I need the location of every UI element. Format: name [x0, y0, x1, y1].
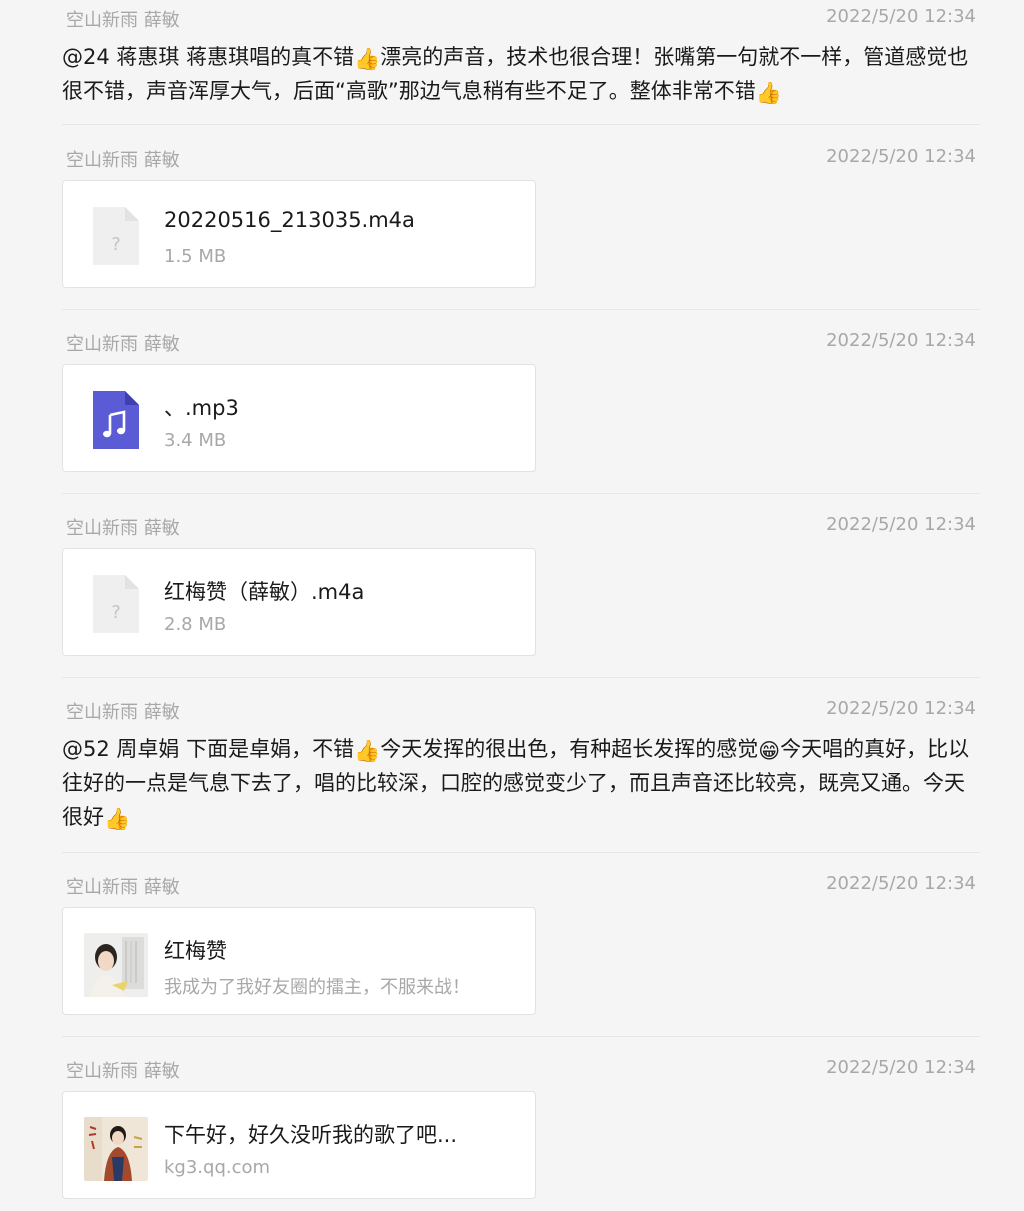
message-time: 2022/5/20 12:34 [826, 514, 976, 535]
chat-message: 空山新雨 薛敏 2022/5/20 12:34 ? 红梅赞（薛敏）.m4a 2.… [62, 508, 980, 656]
message-meta: 空山新雨 薛敏 2022/5/20 12:34 [62, 0, 980, 40]
chat-message: 空山新雨 薛敏 2022/5/20 12:34 ? 20220516_21303… [62, 140, 980, 288]
svg-text:?: ? [111, 234, 121, 255]
file-name: 20220516_213035.m4a [164, 208, 415, 232]
message-time: 2022/5/20 12:34 [826, 1057, 976, 1078]
sender-name: 空山新雨 薛敏 [66, 877, 180, 898]
album-cover-image [84, 1117, 148, 1181]
file-attachment-card[interactable]: ? 红梅赞（薛敏）.m4a 2.8 MB [62, 548, 536, 656]
link-title: 红梅赞 [164, 939, 227, 963]
message-meta: 空山新雨 薛敏 2022/5/20 12:34 [62, 140, 980, 180]
message-meta: 空山新雨 薛敏 2022/5/20 12:34 [62, 692, 980, 732]
sender-name: 空山新雨 薛敏 [66, 150, 180, 171]
message-text[interactable]: @24 蒋惠琪 蒋惠琪唱的真不错👍漂亮的声音，技术也很合理！张嘴第一句就不一样，… [62, 40, 980, 108]
sender-name: 空山新雨 薛敏 [66, 334, 180, 355]
message-time: 2022/5/20 12:34 [826, 146, 976, 167]
music-file-icon [93, 391, 139, 449]
chat-message: 空山新雨 薛敏 2022/5/20 12:34 下午好，好久没听我的歌了吧...… [62, 1051, 980, 1199]
message-meta: 空山新雨 薛敏 2022/5/20 12:34 [62, 867, 980, 907]
message-time: 2022/5/20 12:34 [826, 698, 976, 719]
chat-history-feed: 空山新雨 薛敏 2022/5/20 12:34 @24 蒋惠琪 蒋惠琪唱的真不错… [0, 0, 1024, 1211]
thumbs-up-icon: 👍 [354, 739, 381, 763]
message-time: 2022/5/20 12:34 [826, 330, 976, 351]
file-attachment-card[interactable]: 、.mp3 3.4 MB [62, 364, 536, 472]
message-divider [62, 1036, 980, 1037]
message-divider [62, 493, 980, 494]
chat-message: 空山新雨 薛敏 2022/5/20 12:34 红梅赞 我成为了我好友圈的擂主，… [62, 867, 980, 1015]
chat-message: 空山新雨 薛敏 2022/5/20 12:34 @52 周卓娟 下面是卓娟，不错… [62, 692, 980, 834]
message-divider [62, 124, 980, 125]
singer-album-thumbnail [84, 933, 148, 997]
message-divider [62, 677, 980, 678]
sender-name: 空山新雨 薛敏 [66, 702, 180, 723]
file-size: 1.5 MB [164, 246, 227, 267]
sender-name: 空山新雨 薛敏 [66, 10, 180, 31]
message-divider [62, 852, 980, 853]
music-share-card[interactable]: 下午好，好久没听我的歌了吧... kg3.qq.com [62, 1091, 536, 1199]
singer-album-thumbnail [84, 1117, 148, 1181]
thumbs-up-icon: 👍 [354, 47, 381, 71]
sender-name: 空山新雨 薛敏 [66, 518, 180, 539]
music-share-card[interactable]: 红梅赞 我成为了我好友圈的擂主，不服来战！ [62, 907, 536, 1015]
message-divider [62, 309, 980, 310]
file-name: 、.mp3 [164, 396, 239, 420]
file-attachment-card[interactable]: ? 20220516_213035.m4a 1.5 MB [62, 180, 536, 288]
unknown-file-icon: ? [93, 207, 139, 265]
chat-message: 空山新雨 薛敏 2022/5/20 12:34 、.mp3 3.4 MB [62, 324, 980, 472]
message-meta: 空山新雨 薛敏 2022/5/20 12:34 [62, 324, 980, 364]
message-text-part: 今天发挥的很出色，有种超长发挥的感觉 [380, 737, 759, 761]
svg-text:?: ? [111, 602, 121, 623]
album-cover-image [84, 933, 148, 997]
message-time: 2022/5/20 12:34 [826, 6, 976, 27]
chat-message: 空山新雨 薛敏 2022/5/20 12:34 @24 蒋惠琪 蒋惠琪唱的真不错… [62, 0, 980, 108]
link-subtitle: kg3.qq.com [164, 1157, 271, 1178]
thumbs-up-icon: 👍 [104, 807, 131, 831]
message-text[interactable]: @52 周卓娟 下面是卓娟，不错👍今天发挥的很出色，有种超长发挥的感觉😁今天唱的… [62, 732, 980, 834]
link-subtitle: 我成为了我好友圈的擂主，不服来战！ [164, 977, 470, 998]
file-size: 3.4 MB [164, 430, 227, 451]
link-title: 下午好，好久没听我的歌了吧... [164, 1123, 458, 1147]
message-meta: 空山新雨 薛敏 2022/5/20 12:34 [62, 1051, 980, 1091]
thumbs-up-icon: 👍 [755, 81, 782, 105]
message-text-part: @52 周卓娟 下面是卓娟，不错 [62, 737, 355, 761]
file-name: 红梅赞（薛敏）.m4a [164, 580, 365, 604]
grinning-face-icon: 😁 [758, 739, 781, 763]
sender-name: 空山新雨 薛敏 [66, 1061, 180, 1082]
message-time: 2022/5/20 12:34 [826, 873, 976, 894]
file-size: 2.8 MB [164, 614, 227, 635]
message-text-part: @24 蒋惠琪 蒋惠琪唱的真不错 [62, 45, 355, 69]
message-meta: 空山新雨 薛敏 2022/5/20 12:34 [62, 508, 980, 548]
unknown-file-icon: ? [93, 575, 139, 633]
